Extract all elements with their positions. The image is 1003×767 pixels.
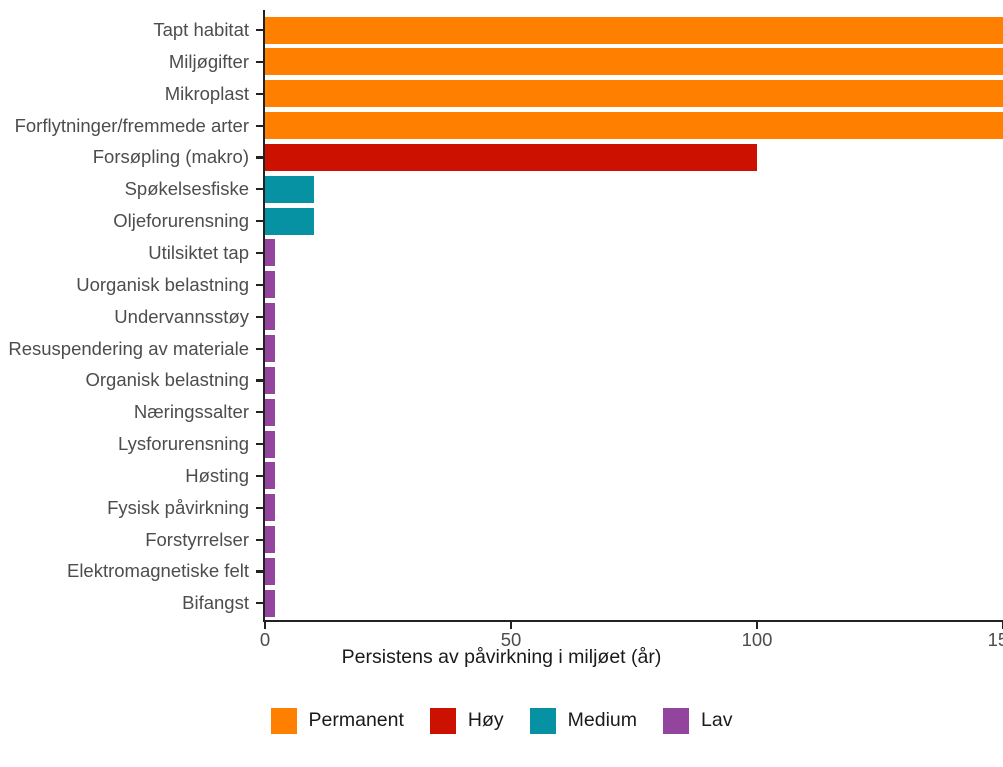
bar — [265, 271, 275, 299]
y-axis-tick — [256, 283, 264, 286]
legend-swatch-icon — [429, 708, 456, 734]
y-axis-tick — [256, 92, 264, 95]
bar — [265, 80, 1003, 108]
chart-legend: Permanent Høy Medium Lav — [0, 708, 1003, 734]
y-axis-tick — [256, 60, 264, 64]
y-axis-tick — [256, 188, 264, 191]
x-axis-tick-label: 0 — [259, 629, 271, 650]
y-axis-label: Høsting — [185, 464, 249, 486]
bar — [265, 335, 275, 362]
y-axis-label: Oljeforurensning — [113, 210, 249, 232]
y-axis-tick — [256, 538, 264, 541]
x-axis-tick-label: 150 — [987, 629, 1003, 650]
y-axis-tick — [256, 443, 264, 446]
y-axis-tick — [256, 570, 264, 573]
y-axis-tick — [256, 315, 264, 318]
legend-label: Høy — [467, 709, 504, 732]
y-axis-label: Resuspendering av materiale — [8, 337, 249, 359]
bar — [265, 143, 757, 171]
legend-swatch-icon — [270, 708, 297, 734]
y-axis-label: Elektromagnetiske felt — [66, 560, 249, 582]
legend-label: Lav — [701, 709, 733, 732]
bar — [265, 16, 1003, 44]
legend-item[interactable]: Høy — [429, 708, 504, 734]
y-axis-label: Næringssalter — [133, 401, 249, 423]
bar — [265, 239, 275, 267]
plot-area — [265, 10, 1003, 620]
bar — [265, 48, 1003, 76]
x-axis-tick — [756, 622, 759, 629]
x-axis-title: Persistens av påvirkning i miljøet (år) — [341, 646, 662, 668]
y-axis-label: Spøkelsesfiske — [124, 178, 249, 200]
y-axis-tick — [256, 379, 264, 382]
x-axis-tick — [510, 622, 513, 629]
bar — [265, 398, 275, 426]
legend-label: Permanent — [308, 709, 404, 732]
y-axis-label: Mikroplast — [164, 82, 249, 104]
y-axis-tick — [256, 124, 264, 127]
x-axis-tick — [264, 622, 267, 629]
y-axis-tick — [256, 156, 264, 159]
y-axis-label: Bifangst — [182, 592, 249, 614]
x-axis-tick-label: 100 — [741, 629, 773, 650]
bar — [265, 430, 275, 458]
y-axis-label: Forstyrrelser — [145, 528, 249, 550]
y-axis-tick — [256, 29, 264, 32]
y-axis-label: Lysforurensning — [118, 433, 249, 455]
y-axis-tick — [256, 220, 264, 223]
y-axis-label: Tapt habitat — [153, 19, 249, 40]
y-axis-tick — [256, 347, 264, 350]
bar-chart: Tapt habitat Miljøgifter Mikroplast Forflyt… — [0, 0, 1003, 767]
bar — [265, 557, 275, 585]
bar — [265, 303, 275, 331]
bar — [265, 366, 275, 394]
bar — [265, 207, 315, 235]
y-axis-tick — [256, 474, 264, 478]
y-axis-label: Forsøpling (makro) — [92, 146, 249, 168]
x-axis-line — [263, 620, 1003, 623]
bar — [265, 589, 275, 617]
bar — [265, 494, 275, 522]
y-axis-tick — [256, 602, 264, 605]
y-axis-label: Fysisk påvirkning — [107, 496, 249, 518]
y-axis-tick — [256, 506, 264, 509]
bar — [265, 112, 1003, 140]
y-axis-label: Undervannsstøy — [114, 305, 249, 327]
y-axis-label: Utilsiktet tap — [148, 241, 249, 263]
bar — [265, 462, 275, 490]
legend-label: Medium — [567, 709, 638, 732]
y-axis-tick — [256, 251, 264, 255]
legend-item[interactable]: Permanent — [270, 708, 404, 734]
y-axis-label: Forflytninger/fremmede arter — [14, 114, 249, 136]
y-axis-tick — [256, 411, 264, 414]
bar — [265, 175, 315, 203]
legend-swatch-icon — [663, 708, 690, 734]
y-axis-label: Uorganisk belastning — [76, 273, 249, 295]
y-axis-label: Organisk belastning — [85, 369, 249, 391]
legend-swatch-icon — [529, 708, 556, 734]
legend-item[interactable]: Lav — [663, 708, 732, 734]
bar — [265, 526, 275, 554]
legend-item[interactable]: Medium — [529, 708, 638, 734]
y-axis-label: Miljøgifter — [168, 50, 249, 72]
